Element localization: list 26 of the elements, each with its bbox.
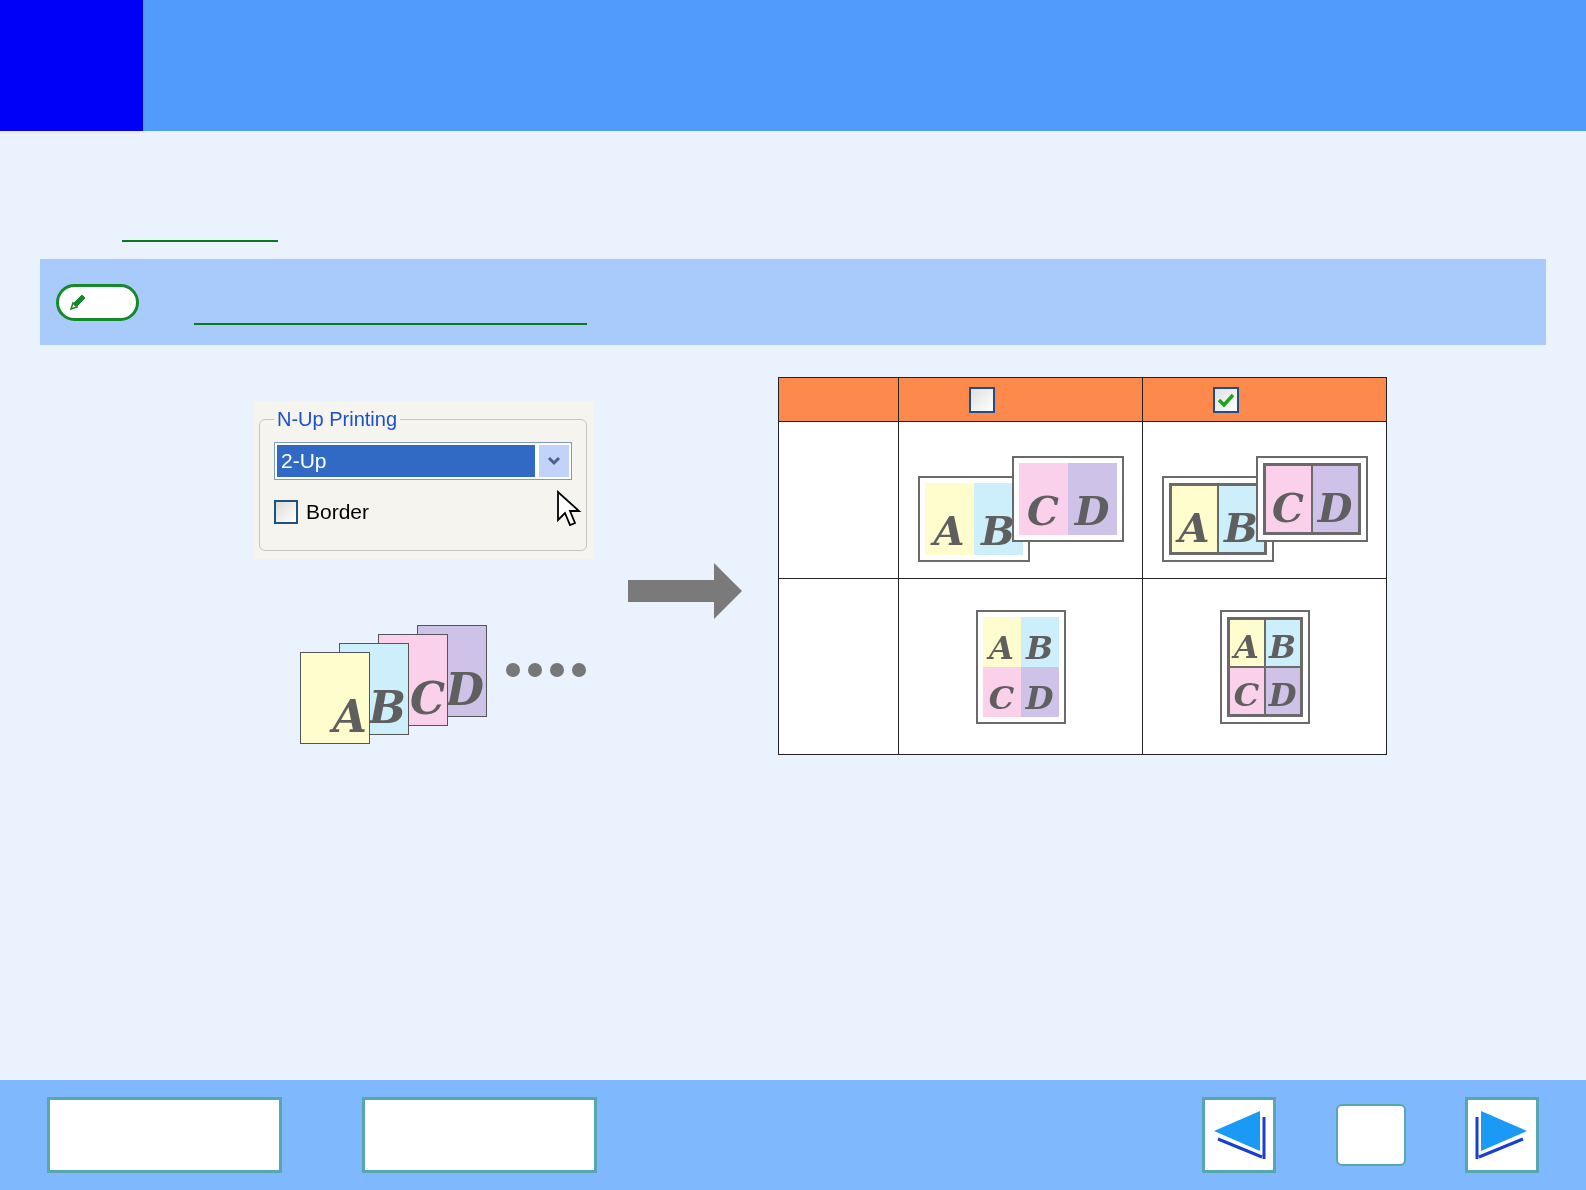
page-tile: A [924, 483, 974, 555]
page-tile: D [1311, 465, 1359, 533]
checkmark-icon [1217, 391, 1235, 408]
nav-button[interactable] [47, 1097, 282, 1173]
page-tile: A [1228, 618, 1265, 667]
page-tile: A [1170, 485, 1218, 553]
page-tile: D [1067, 463, 1117, 535]
next-button[interactable] [1465, 1097, 1539, 1173]
ellipsis-icon [505, 662, 587, 678]
page-tile: C [1018, 463, 1068, 535]
page-tile: A [982, 616, 1021, 667]
page-tile: C [982, 666, 1021, 717]
page-tile: D [1264, 666, 1301, 715]
page-tile: B [1264, 618, 1301, 667]
page-tile: C [1264, 465, 1312, 533]
back-button[interactable] [1202, 1097, 1276, 1173]
checkbox-label: Border [306, 499, 370, 525]
page-tile: B [1020, 616, 1059, 667]
home-button[interactable] [1336, 1104, 1406, 1166]
page-tile: C [1228, 666, 1265, 715]
checkbox[interactable] [274, 499, 298, 524]
right-arrow-icon [628, 563, 742, 619]
page-tile: A [300, 652, 370, 744]
dropdown[interactable]: 2-Up [274, 442, 572, 480]
nav-button[interactable] [362, 1097, 597, 1173]
page-tile: D [1020, 666, 1059, 717]
